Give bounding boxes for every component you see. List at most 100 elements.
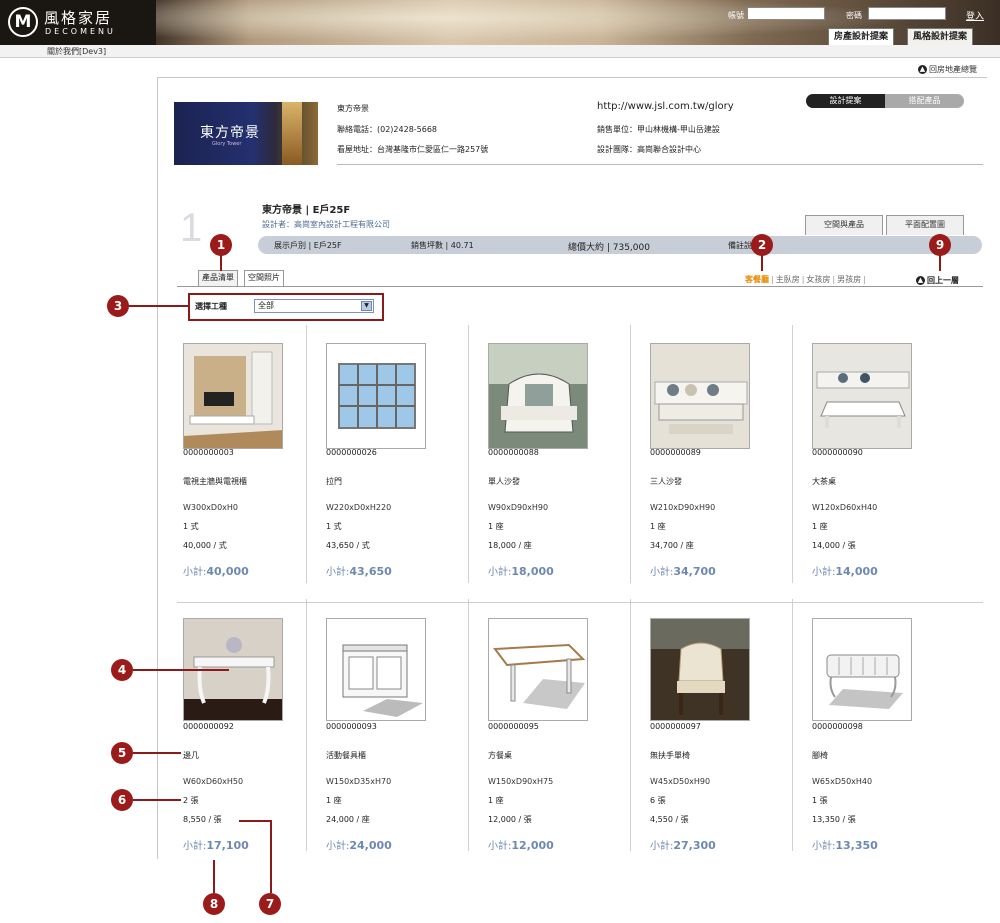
login-link[interactable]: 登入 [966,9,984,22]
product-thumbnail[interactable] [488,618,588,721]
product-unit-price: 34,700 / 座 [650,541,694,550]
project-design-team: 設計團隊：高崗聯合設計中心 [597,145,701,154]
tabs-underline [177,286,983,287]
logo-english: DECOMENU [45,27,116,36]
product-thumbnail[interactable] [326,343,426,449]
product-dimensions: W210xD90xH90 [650,503,716,512]
unit-type: 展示戶別 | E戶25F [274,241,342,250]
subtotal-value: 18,000 [511,565,554,578]
product-subtotal: 小計:12,000 [488,837,554,852]
column-divider [630,325,631,583]
subtotal-value: 43,650 [349,565,392,578]
subtotal-value: 34,700 [673,565,716,578]
tab-space-and-products[interactable]: 空間與產品 [805,215,883,235]
product-thumbnail[interactable] [488,343,588,449]
segment-matching-products[interactable]: 搭配產品 [885,94,964,108]
product-name[interactable]: 活動餐具櫃 [326,750,366,761]
product-thumbnail[interactable] [183,343,283,449]
product-thumbnail[interactable] [812,618,912,721]
product-thumbnail[interactable] [326,618,426,721]
tab-floor-plan[interactable]: 平面配置圖 [886,215,964,235]
subtotal-label: 小計: [812,567,836,578]
room-girl[interactable]: 女孩房 [806,275,830,284]
product-name[interactable]: 腳椅 [812,750,828,761]
about-link[interactable]: 關於我們[Dev3] [47,46,106,57]
project-logo-sub: Glory Tower [212,141,242,147]
tab-style-design[interactable]: 風格設計提案 [907,28,974,45]
product-thumbnail[interactable] [650,618,750,721]
product-dimensions: W150xD35xH70 [326,777,392,786]
product-dimensions: W45xD50xH90 [650,777,711,786]
callout-marker: 9 [929,234,951,256]
product-name[interactable]: 邊几 [183,750,199,761]
project-url[interactable]: http://www.jsl.com.tw/glory [597,101,734,112]
back-button[interactable]: ▲ 回上一層 [916,275,959,286]
callout-line [270,820,272,893]
coffee-table-image [813,344,911,448]
account-input[interactable] [747,7,825,20]
product-name[interactable]: 單人沙發 [488,476,520,487]
subtotal-value: 24,000 [349,839,392,852]
product-name[interactable]: 方餐桌 [488,750,512,761]
product-thumbnail[interactable] [650,343,750,449]
product-thumbnail[interactable] [812,343,912,449]
product-name[interactable]: 拉門 [326,476,342,487]
product-subtotal: 小計:27,300 [650,837,716,852]
dining-table-image [489,619,587,720]
subtotal-label: 小計: [183,841,207,852]
project-name: 東方帝景 [337,104,369,113]
room-living-dining[interactable]: 客餐廳 [745,275,769,284]
tv-wall-image [184,344,282,448]
subtotal-label: 小計: [183,567,207,578]
logo-chinese: 風格家居 [44,9,113,27]
segment-design-proposal[interactable]: 設計提案 [806,94,885,108]
unit-number: 1 [180,206,203,250]
callout-line [213,860,215,893]
product-quantity: 1 式 [183,522,199,531]
unit-total: 總價大約 | 735,000 [568,243,650,253]
tab-space-photos[interactable]: 空間照片 [244,270,284,286]
product-subtotal: 小計:14,000 [812,563,878,578]
callout-line [133,752,181,754]
project-logo: 東方帝景 Glory Tower [174,102,318,165]
unit-designer[interactable]: 設計者：高崗室內設計工程有限公司 [262,219,390,230]
password-input[interactable] [868,7,946,20]
work-type-select[interactable]: 全部 ▼ [254,299,374,313]
project-logo-text: 東方帝景 [200,125,260,141]
tab-product-list[interactable]: 產品清單 [198,270,238,286]
room-boy[interactable]: 男孩房 [837,275,861,284]
product-quantity: 1 座 [812,522,828,531]
product-subtotal: 小計:18,000 [488,563,554,578]
subtotal-label: 小計: [650,841,674,852]
callout-marker: 8 [203,893,225,915]
product-unit-price: 8,550 / 張 [183,815,222,824]
ottoman-image [813,619,911,720]
product-code: 0000000090 [812,448,863,457]
back-to-overview-link[interactable]: ▲ 回房地產總覽 [918,64,977,75]
callout-line [939,255,941,271]
callout-marker: 2 [751,234,773,256]
tower-image [282,102,302,165]
product-name[interactable]: 三人沙發 [650,476,682,487]
subtotal-value: 12,000 [511,839,554,852]
product-quantity: 6 張 [650,796,666,805]
room-master[interactable]: 主臥房 [776,275,800,284]
product-dimensions: W150xD90xH75 [488,777,554,786]
unit-area: 銷售坪數 | 40.71 [411,241,474,250]
tab-property-design[interactable]: 房產設計提案 [828,28,895,45]
subtotal-label: 小計: [326,567,350,578]
site-logo[interactable]: M 風格家居 DECOMENU [0,0,156,45]
callout-line [129,305,188,307]
product-name[interactable]: 電視主牆與電視櫃 [183,476,247,487]
product-code: 0000000098 [812,722,863,731]
top-header: M 風格家居 DECOMENU 帳號 密碼 登入 房產設計提案 風格設計提案 [0,0,1000,45]
unit-title: 東方帝景 | E戶25F [262,205,351,216]
column-divider [792,325,793,583]
project-sales: 銷售單位：甲山林機構-甲山岳建設 [597,125,720,134]
room-filter: 客餐廳 | 主臥房 | 女孩房 | 男孩房 | [745,275,866,284]
product-name[interactable]: 大茶桌 [812,476,836,487]
sideboard-image [327,619,425,720]
callout-marker: 3 [107,295,129,317]
product-unit-price: 13,350 / 張 [812,815,856,824]
product-name[interactable]: 無扶手單椅 [650,750,690,761]
